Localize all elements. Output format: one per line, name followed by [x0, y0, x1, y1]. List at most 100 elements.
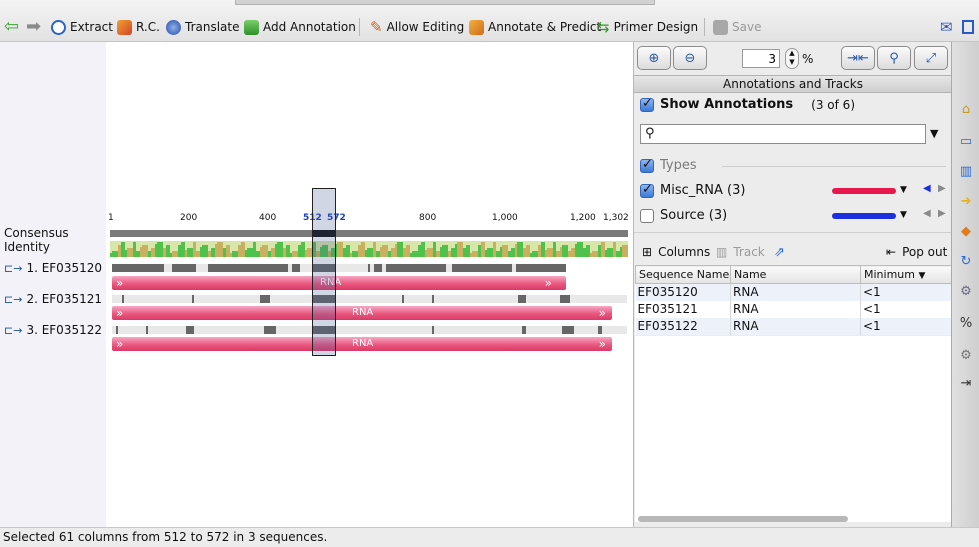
types-row[interactable]: Types — [640, 157, 697, 173]
nav-right-icon[interactable]: ▶ — [938, 183, 946, 194]
table-cell: EF035121 — [635, 300, 731, 318]
sequence-segment — [598, 326, 602, 334]
column-header-name[interactable]: Name — [730, 265, 861, 284]
table-cell: <1 — [860, 283, 953, 301]
show-annotations-row[interactable]: Show Annotations (3 of 6) — [640, 96, 855, 112]
annotate-icon[interactable]: ◆ — [957, 222, 975, 240]
types-label: Types — [660, 158, 697, 173]
extract-button[interactable]: Extract — [51, 16, 113, 38]
layout-button[interactable] — [962, 16, 974, 38]
rna-annotation[interactable]: » RNA » — [112, 337, 612, 351]
sequence-segment — [112, 264, 164, 272]
forward-button[interactable]: ➡ — [26, 16, 41, 38]
zoom-out-button[interactable]: ⊖ — [673, 46, 707, 70]
misc-rna-checkbox[interactable] — [640, 182, 654, 198]
sequence-segment — [260, 295, 270, 303]
show-annotations-checkbox[interactable] — [640, 96, 654, 112]
add-annotation-button[interactable]: Add Annotation — [244, 16, 356, 38]
settings-gear-icon[interactable]: ⚙ — [957, 282, 975, 300]
zoom-in-button[interactable]: ⊕ — [637, 46, 671, 70]
column-selection[interactable] — [312, 188, 336, 356]
reverse-complement-button[interactable]: R.C. — [117, 16, 160, 38]
sequence-segment — [560, 295, 570, 303]
color-dropdown-icon[interactable]: ▼ — [900, 185, 907, 195]
collapse-sidebar-icon[interactable]: ⇥ — [957, 374, 975, 392]
types-checkbox[interactable] — [640, 157, 654, 173]
identity-graph — [110, 241, 628, 257]
pop-out-button[interactable]: ⇤ Pop out — [886, 245, 947, 259]
fit-to-window-button[interactable]: ⤢ — [914, 46, 948, 70]
table-cell: <1 — [860, 317, 953, 335]
rna-annotation[interactable]: » RNA » — [112, 276, 566, 290]
sequence-segment — [172, 264, 196, 272]
zoom-search-button[interactable]: ⚲ — [877, 46, 911, 70]
rna-annotation[interactable]: » RNA » — [112, 306, 612, 320]
source-color-swatch[interactable] — [832, 213, 896, 219]
ruler-tick-label: 1,302 — [603, 213, 629, 223]
extract-icon — [51, 19, 66, 35]
type-row-misc-rna[interactable]: Misc_RNA (3) — [640, 182, 745, 198]
color-dropdown-icon[interactable]: ▼ — [900, 210, 907, 220]
geneious-window: ⇦ ➡ Extract R.C. Translate Add Annotatio… — [0, 0, 979, 547]
primer-design-button[interactable]: ⇆ Primer Design — [597, 16, 698, 38]
nav-left-icon[interactable]: ◀ — [923, 183, 931, 194]
column-header-sequence-name[interactable]: Sequence Name — [635, 265, 731, 284]
chevron-right-icon: » — [116, 337, 124, 351]
back-button[interactable]: ⇦ — [4, 16, 19, 38]
pencil-icon: ✎ — [370, 18, 383, 36]
table-row[interactable]: EF035122 RNA <1 — [635, 317, 953, 335]
annotate-predict-button[interactable]: Annotate & Predict — [469, 16, 601, 38]
allow-editing-button[interactable]: ✎ Allow Editing — [370, 16, 464, 38]
top-tab-strip — [235, 0, 655, 5]
nav-left-icon[interactable]: ◀ — [923, 208, 931, 219]
table-row[interactable]: EF035121 RNA <1 — [635, 300, 953, 318]
columns-button[interactable]: ⊞ Columns — [642, 245, 710, 259]
zoom-arrows-icon: ⇥⇤ — [847, 50, 869, 66]
mail-button[interactable]: ✉ — [940, 16, 953, 38]
sequence-name-row[interactable]: ⊏→ 1. EF035120 — [4, 261, 102, 275]
misc-rna-color-swatch[interactable] — [832, 188, 896, 194]
track-icon: ▥ — [716, 245, 728, 259]
gears-icon[interactable]: ⚙ — [957, 346, 975, 364]
percent-icon[interactable]: % — [957, 314, 975, 332]
column-header-minimum-label: Minimum — [864, 268, 915, 281]
expand-arrow-icon: ⊏→ — [4, 261, 23, 275]
columns-icon: ⊞ — [642, 245, 653, 259]
table-row[interactable]: EF035120 RNA <1 — [635, 283, 953, 301]
search-input[interactable] — [663, 126, 921, 142]
refresh-icon[interactable]: ↻ — [957, 252, 975, 270]
search-options-dropdown[interactable]: ▼ — [930, 127, 938, 140]
sequence-name-row[interactable]: ⊏→ 3. EF035122 — [4, 323, 102, 337]
table-cell: <1 — [860, 300, 953, 318]
type-row-source[interactable]: Source (3) — [640, 208, 727, 223]
export-button[interactable]: ⇗ — [774, 245, 785, 260]
annotation-search-field[interactable]: ⚲ — [640, 124, 926, 144]
annotations-tracks-header: Annotations and Tracks — [634, 75, 952, 93]
sequence-name-row[interactable]: ⊏→ 2. EF035121 — [4, 292, 102, 306]
annotations-count: (3 of 6) — [811, 97, 855, 112]
monitor-icon[interactable]: ▭ — [957, 132, 975, 150]
section-divider — [634, 232, 952, 233]
pop-out-icon: ⇤ — [886, 245, 897, 259]
zoom-percent-input[interactable] — [742, 49, 780, 68]
chevron-right-icon: » — [544, 276, 552, 290]
annotations-table[interactable]: Sequence Name Name Minimum ▼ EF035120 RN… — [635, 265, 953, 335]
track-button[interactable]: ▥ Track — [716, 245, 765, 259]
expand-icon: ⤢ — [925, 50, 937, 66]
zoom-to-selection-button[interactable]: ⇥⇤ — [841, 46, 875, 70]
column-header-minimum[interactable]: Minimum ▼ — [860, 265, 953, 284]
bar-chart-icon[interactable]: ▥ — [957, 162, 975, 180]
zoom-stepper[interactable]: ▲ ▼ — [785, 48, 799, 69]
identity-label: Identity — [4, 240, 50, 254]
save-button[interactable]: Save — [713, 16, 761, 38]
sequence-segment — [402, 295, 404, 303]
source-checkbox[interactable] — [640, 208, 654, 223]
sequence-segment — [452, 264, 512, 272]
table-empty-area — [635, 336, 951, 522]
arrow-right-icon[interactable]: ➜ — [957, 192, 975, 210]
sequence-viewer[interactable]: Consensus Identity ⊏→ 1. EF035120 ⊏→ 2. … — [0, 42, 633, 527]
horizontal-scrollbar[interactable] — [638, 516, 848, 522]
home-icon[interactable]: ⌂ — [957, 100, 975, 118]
nav-right-icon[interactable]: ▶ — [938, 208, 946, 219]
translate-button[interactable]: Translate — [166, 16, 240, 38]
